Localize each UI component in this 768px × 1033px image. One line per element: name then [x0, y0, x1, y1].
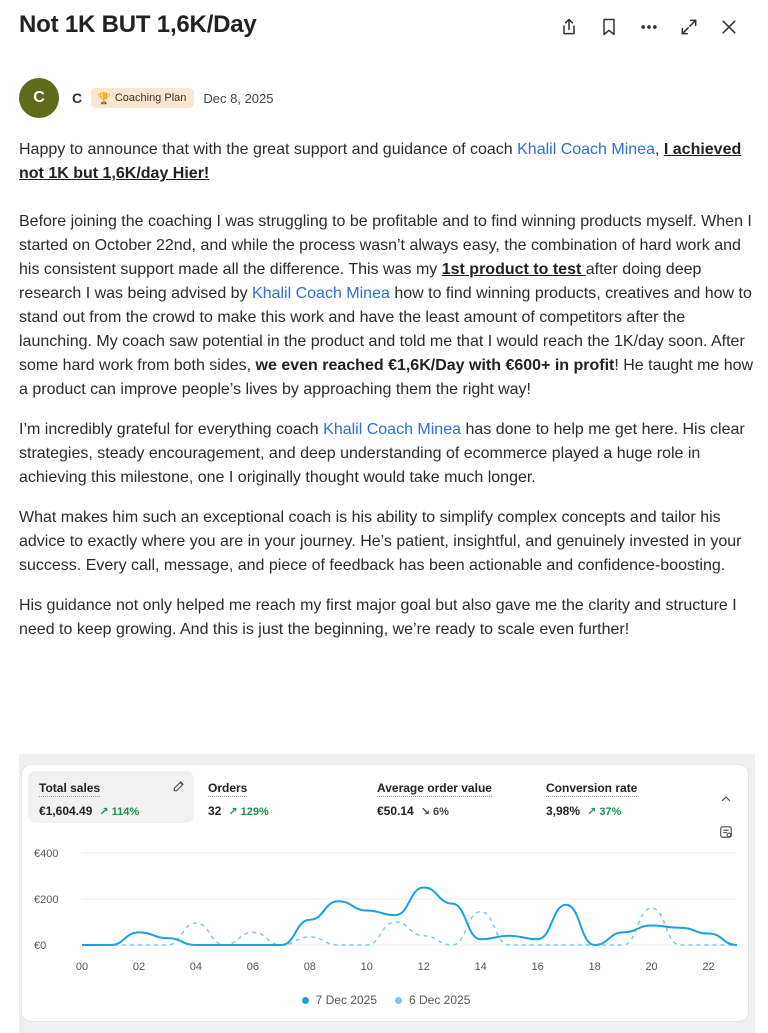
series-line-previous: [81, 907, 737, 946]
metric-change: ↗ 37%: [587, 805, 622, 818]
author-row: C C 🏆 Coaching Plan Dec 8, 2025: [19, 78, 274, 118]
x-tick-label: 00: [76, 961, 88, 973]
series-line-current: [81, 886, 738, 947]
legend-item[interactable]: 7 Dec 2025: [301, 993, 377, 1007]
x-tick-label: 20: [645, 961, 657, 973]
text: Happy to announce that with the great su…: [19, 141, 518, 158]
legend-item[interactable]: 6 Dec 2025: [395, 993, 470, 1007]
header-actions: [549, 14, 749, 40]
more-icon[interactable]: [629, 14, 669, 40]
change-value: 129%: [240, 805, 269, 818]
plan-badge-label: Coaching Plan: [114, 92, 187, 104]
metric-total-sales[interactable]: Total sales €1,604.49 ↗ 114%: [28, 771, 194, 823]
trophy-icon: 🏆: [97, 92, 111, 105]
metric-conversion-rate[interactable]: Conversion rate 3,98% ↗ 37%: [535, 771, 701, 823]
metric-value: 32: [208, 804, 222, 818]
metric-value: 3,98%: [546, 804, 581, 818]
plan-badge: 🏆 Coaching Plan: [91, 88, 195, 108]
close-icon[interactable]: [709, 14, 749, 40]
analytics-screenshot: Total sales €1,604.49 ↗ 114% Orders 32 ↗ 1…: [19, 754, 755, 1033]
metric-label: Total sales: [39, 781, 101, 797]
chevron-up-icon[interactable]: [720, 793, 732, 805]
text: ,: [654, 141, 664, 158]
metric-change: ↗ 129%: [228, 805, 269, 818]
paragraph-4: What makes him such an exceptional coach…: [19, 509, 742, 574]
change-value: 6%: [432, 805, 449, 818]
paragraph-5: His guidance not only helped me reach my…: [19, 597, 737, 638]
mention-link[interactable]: Khalil Coach Minea: [517, 141, 655, 158]
metric-orders[interactable]: Orders 32 ↗ 129%: [197, 771, 363, 823]
paragraph-3: I’m incredibly grateful for everything c…: [19, 418, 755, 490]
post-body: Happy to announce that with the great su…: [19, 138, 755, 658]
author-name[interactable]: C: [72, 90, 82, 106]
y-tick-label: €0: [34, 940, 46, 952]
y-tick-label: €200: [34, 894, 58, 906]
post-title: Not 1K BUT 1,6K/Day: [19, 11, 257, 38]
change-value: 114%: [111, 805, 140, 818]
change-value: 37%: [599, 805, 622, 818]
highlight-text: 1st product to test: [441, 261, 586, 278]
x-tick-label: 22: [702, 961, 714, 973]
post-date: Dec 8, 2025: [203, 90, 274, 106]
metric-average-order-value[interactable]: Average order value €50.14 ↘ 6%: [366, 771, 532, 823]
expand-icon[interactable]: [669, 14, 709, 40]
edit-icon[interactable]: [172, 779, 186, 793]
sales-line-chart: €400 €200 €0 00 02 04 06 08 10 12 14 16 18 20 22: [34, 848, 738, 973]
mention-link[interactable]: Khalil Coach Minea: [252, 285, 390, 302]
x-tick-label: 08: [304, 961, 316, 973]
bold-text: we even reached €1,6K/Day with €600+ in …: [255, 357, 615, 374]
paragraph-1: Happy to announce that with the great su…: [19, 138, 755, 186]
avatar[interactable]: C: [19, 78, 59, 118]
metric-value: €50.14: [377, 804, 414, 818]
share-icon[interactable]: [549, 14, 589, 40]
metric-value: €1,604.49: [39, 804, 93, 818]
text: I’m incredibly grateful for everything c…: [19, 421, 324, 438]
x-tick-label: 02: [133, 961, 145, 973]
metric-label: Average order value: [377, 781, 492, 797]
x-tick-label: 12: [418, 961, 430, 973]
x-tick-label: 18: [588, 961, 600, 973]
legend-label: 6 Dec 2025: [409, 993, 471, 1007]
metric-label: Orders: [208, 781, 248, 797]
x-tick-label: 16: [532, 961, 544, 973]
chart-legend: 7 Dec 2025 6 Dec 2025: [22, 993, 748, 1007]
metric-change: ↘ 6%: [420, 805, 449, 818]
legend-dot: [395, 996, 402, 1004]
x-tick-label: 04: [190, 961, 202, 973]
x-tick-label: 14: [475, 961, 487, 973]
chart-settings-icon[interactable]: [719, 825, 733, 839]
legend-label: 7 Dec 2025: [315, 993, 377, 1007]
paragraph-2: Before joining the coaching I was strugg…: [19, 210, 755, 402]
metric-change: ↗ 114%: [99, 805, 140, 818]
legend-dot: [301, 996, 309, 1004]
x-tick-label: 10: [361, 961, 373, 973]
post-header: Not 1K BUT 1,6K/Day: [19, 10, 749, 44]
mention-link[interactable]: Khalil Coach Minea: [323, 421, 461, 438]
metric-label: Conversion rate: [546, 781, 638, 797]
y-tick-label: €400: [34, 848, 58, 860]
x-tick-label: 06: [247, 961, 259, 973]
analytics-card: Total sales €1,604.49 ↗ 114% Orders 32 ↗ 1…: [21, 764, 749, 1022]
bookmark-icon[interactable]: [589, 14, 629, 40]
